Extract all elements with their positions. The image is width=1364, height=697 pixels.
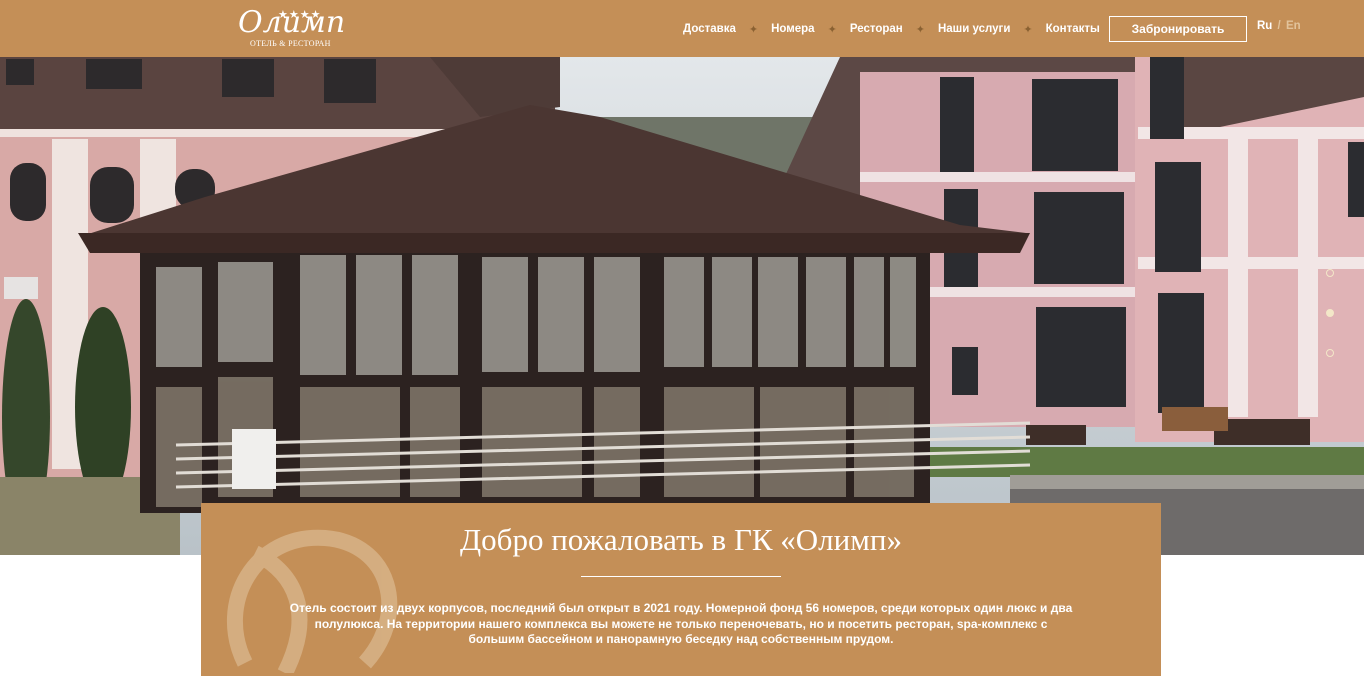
title-divider (581, 576, 781, 577)
logo-stars: ★★★★ (278, 9, 322, 21)
nav-delivery[interactable]: Доставка (683, 23, 736, 35)
slide-dot-3[interactable] (1326, 349, 1334, 357)
hero-image (0, 57, 1364, 555)
lang-en[interactable]: En (1286, 20, 1301, 32)
welcome-title: Добро пожаловать в ГК «Олимп» (460, 522, 902, 557)
nav-restaurant[interactable]: Ресторан (850, 23, 903, 35)
language-switcher: Ru / En (1257, 20, 1301, 32)
nav-services[interactable]: Наши услуги (938, 23, 1010, 35)
logo-subtitle: ОТЕЛЬ & РЕСТОРАН (250, 39, 331, 48)
main-nav: Доставка ✦ Номера ✦ Ресторан ✦ Наши услу… (683, 20, 1100, 38)
nav-rooms[interactable]: Номера (771, 23, 815, 35)
site-header: Олимп ★★★★ ОТЕЛЬ & РЕСТОРАН Доставка ✦ Н… (0, 0, 1364, 57)
slide-dot-2[interactable] (1326, 309, 1334, 317)
welcome-description: Отель состоит из двух корпусов, последни… (289, 601, 1073, 646)
hero-slider (0, 57, 1364, 555)
lang-separator: / (1277, 20, 1281, 32)
nav-contacts[interactable]: Контакты (1046, 23, 1100, 35)
lang-ru[interactable]: Ru (1257, 20, 1272, 32)
slide-dot-1[interactable] (1326, 269, 1334, 277)
nav-separator-icon: ✦ (827, 23, 837, 36)
slider-pagination (1326, 269, 1336, 389)
nav-separator-icon: ✦ (1023, 23, 1033, 36)
welcome-section: Добро пожаловать в ГК «Олимп» Отель сост… (201, 503, 1161, 676)
book-button[interactable]: Забронировать (1109, 16, 1247, 42)
nav-separator-icon: ✦ (748, 23, 759, 36)
nav-separator-icon: ✦ (915, 23, 925, 36)
logo[interactable]: Олимп ★★★★ ОТЕЛЬ & РЕСТОРАН (236, 6, 345, 49)
